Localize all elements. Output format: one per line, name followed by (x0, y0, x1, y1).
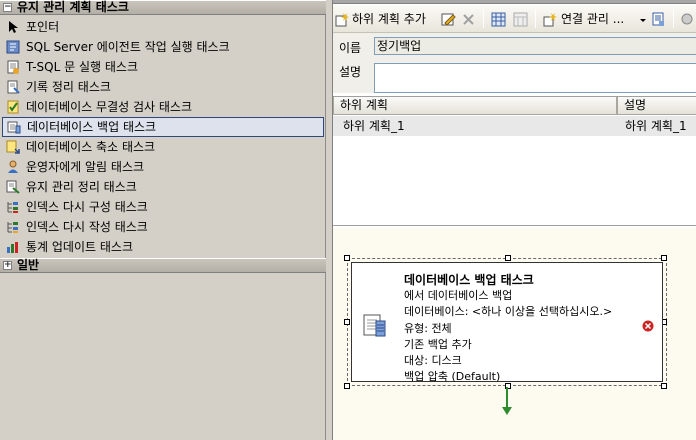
resize-handle[interactable] (344, 383, 350, 389)
delete-subplan-button[interactable] (461, 9, 477, 29)
toolbox-item-label: 인덱스 다시 작성 태스크 (26, 220, 148, 234)
pointer-icon (9, 21, 18, 33)
toolbox-section-title: 일반 (17, 258, 40, 272)
calendar-icon (513, 12, 528, 27)
backup-task-shape[interactable]: 데이터베이스 백업 태스크 에서 데이터베이스 백업 데이터베이스: <하나 이… (344, 255, 667, 389)
grid-icon (491, 12, 506, 27)
add-subplan-button[interactable]: 하위 계획 추가 (335, 9, 426, 29)
agent-job-icon (6, 40, 20, 54)
connection-icon (543, 13, 557, 27)
toolbar-separator (483, 10, 484, 28)
toolbox-item-maintenance-cleanup[interactable]: 유지 관리 정리 태스크 (2, 177, 324, 197)
logging-button[interactable] (680, 9, 694, 29)
resize-handle[interactable] (344, 319, 350, 325)
task-detail: 에서 데이터베이스 백업 (404, 289, 513, 302)
toolbox-item-pointer[interactable]: 포인터 (2, 17, 324, 37)
toolbox-item-label: 데이터베이스 백업 태스크 (27, 120, 157, 134)
precedence-connector-arrow[interactable] (501, 385, 513, 417)
subplan-grid: 하위 계획 설명 하위 계획_1 하위 계획_1 (333, 96, 696, 226)
description-label: 설명 (339, 65, 362, 79)
delete-icon (463, 14, 474, 25)
toolbar-separator (673, 10, 674, 28)
resize-handle[interactable] (505, 255, 511, 261)
toolbox-item-label: 통계 업데이트 태스크 (26, 240, 133, 254)
toolbox-item-notify-operator[interactable]: 운영자에게 알림 태스크 (2, 157, 324, 177)
toolbox-item-rebuild-index[interactable]: 인덱스 다시 작성 태스크 (2, 217, 324, 237)
reporting-button[interactable] (651, 9, 667, 29)
column-header-subplan[interactable]: 하위 계획 (333, 97, 617, 115)
resize-handle[interactable] (661, 383, 667, 389)
edit-properties-icon (441, 13, 456, 26)
design-surface[interactable]: 데이터베이스 백업 태스크 에서 데이터베이스 백업 데이터베이스: <하나 이… (333, 228, 696, 440)
edit-subplan-button[interactable] (441, 9, 457, 29)
calendar-button[interactable] (513, 9, 529, 29)
toolbox-item-label: 유지 관리 정리 태스크 (26, 180, 137, 194)
toolbox-section-general[interactable]: + 일반 (0, 258, 326, 273)
toolbox-item-update-statistics[interactable]: 통계 업데이트 태스크 (2, 237, 324, 257)
connection-dropdown-button[interactable] (639, 9, 647, 29)
reorganize-index-icon (7, 202, 18, 213)
add-subplan-icon (335, 13, 349, 27)
table-row[interactable]: 하위 계획_1 하위 계획_1 (333, 116, 696, 136)
task-detail: 기존 백업 추가 (404, 338, 472, 351)
toolbox-panel: − 유지 관리 계획 태스크 포인터 SQL Server 에이전트 작업 실행… (0, 0, 326, 440)
maintenance-cleanup-icon (6, 180, 20, 194)
subplan-name-cell: 하위 계획_1 (343, 119, 405, 133)
toolbox-item-label: T-SQL 문 실행 태스크 (26, 60, 138, 74)
add-subplan-label: 하위 계획 추가 (352, 12, 426, 26)
column-header-description[interactable]: 설명 (617, 97, 696, 115)
toolbox-item-label: 포인터 (26, 20, 60, 34)
error-icon[interactable] (642, 320, 654, 332)
connection-manager-button[interactable]: 연결 관리 ... (543, 9, 624, 29)
dropdown-arrow-icon (640, 19, 646, 22)
task-title: 데이터베이스 백업 태스크 (404, 273, 534, 287)
resize-handle[interactable] (661, 255, 667, 261)
toolbox-section-maintenance-tasks[interactable]: − 유지 관리 계획 태스크 (0, 0, 326, 15)
toolbox-item-integrity-check[interactable]: 데이터베이스 무결성 검사 태스크 (2, 97, 324, 117)
toolbox-item-tsql[interactable]: T-SQL 문 실행 태스크 (2, 57, 324, 77)
shrink-icon (6, 140, 20, 154)
task-detail: 백업 압축 (Default) (404, 370, 501, 383)
backup-icon (363, 314, 386, 337)
toolbox-item-history-cleanup[interactable]: 기록 정리 태스크 (2, 77, 324, 97)
toolbox-item-label: 기록 정리 태스크 (26, 80, 111, 94)
name-label: 이름 (339, 41, 362, 55)
toolbox-item-shrink[interactable]: 데이터베이스 축소 태스크 (2, 137, 324, 157)
document-tab-strip (333, 0, 696, 4)
task-body[interactable]: 데이터베이스 백업 태스크 에서 데이터베이스 백업 데이터베이스: <하나 이… (351, 262, 663, 383)
task-detail: 데이터베이스: <하나 이상을 선택하십시오.> (404, 305, 613, 318)
task-detail: 대상: 디스크 (404, 354, 462, 367)
toolbox-item-label: 인덱스 다시 구성 태스크 (26, 200, 148, 214)
name-field[interactable]: 정기백업 (374, 37, 696, 55)
collapse-icon[interactable]: − (3, 3, 12, 12)
schedule-grid-button[interactable] (491, 9, 507, 29)
toolbox-item-label: 데이터베이스 축소 태스크 (26, 140, 156, 154)
toolbox-item-backup[interactable]: 데이터베이스 백업 태스크 (2, 117, 324, 137)
maintenance-plan-designer: 하위 계획 추가 연결 관리 ... 이름 정기백업 설명 하위 계획 설명 하… (332, 0, 696, 440)
task-detail: 유형: 전체 (404, 322, 452, 335)
tsql-icon (7, 60, 19, 74)
update-statistics-icon (7, 242, 18, 253)
designer-toolbar: 하위 계획 추가 연결 관리 ... (333, 5, 696, 33)
toolbox-item-agent-job[interactable]: SQL Server 에이전트 작업 실행 태스크 (2, 37, 324, 57)
resize-handle[interactable] (344, 255, 350, 261)
toolbox-section-title: 유지 관리 계획 태스크 (17, 0, 129, 14)
backup-icon (7, 121, 21, 134)
description-field[interactable] (374, 63, 696, 93)
settings-icon (681, 13, 693, 25)
connection-manager-label: 연결 관리 ... (561, 12, 625, 26)
toolbox-item-label: 데이터베이스 무결성 검사 태스크 (26, 100, 193, 114)
subplan-description-cell: 하위 계획_1 (625, 119, 687, 133)
notify-operator-icon (8, 160, 18, 173)
expand-icon[interactable]: + (3, 261, 12, 270)
toolbox-item-label: SQL Server 에이전트 작업 실행 태스크 (26, 40, 230, 54)
toolbox-item-label: 운영자에게 알림 태스크 (26, 160, 145, 174)
plan-properties: 이름 정기백업 설명 (333, 33, 696, 93)
toolbar-separator (535, 10, 536, 28)
integrity-check-icon (7, 100, 19, 114)
report-icon (652, 12, 664, 26)
rebuild-index-icon (7, 222, 18, 233)
toolbox-item-reorganize-index[interactable]: 인덱스 다시 구성 태스크 (2, 197, 324, 217)
history-cleanup-icon (7, 80, 20, 94)
